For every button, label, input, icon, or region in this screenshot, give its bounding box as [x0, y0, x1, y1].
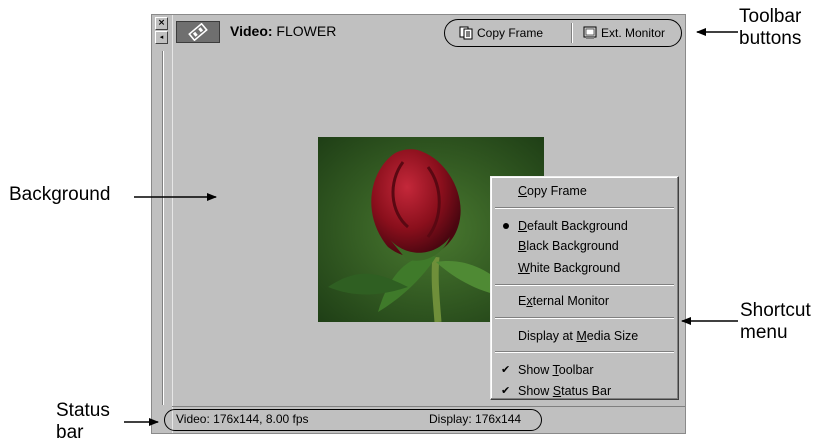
callout-arrows — [124, 28, 738, 426]
